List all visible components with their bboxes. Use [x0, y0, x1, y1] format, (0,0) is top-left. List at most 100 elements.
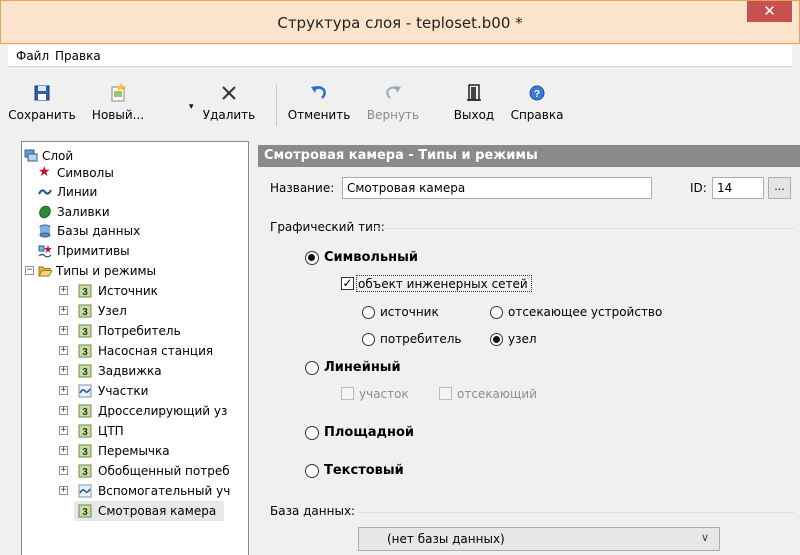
database-select[interactable]: (нет базы данных) ∨: [358, 527, 720, 551]
new-dropdown-chevron-icon[interactable]: ▾: [189, 102, 194, 112]
symbolic-radio[interactable]: [305, 251, 319, 265]
menu-file[interactable]: Файл: [16, 49, 49, 63]
text-radio[interactable]: [305, 464, 319, 478]
linear-radio[interactable]: [305, 361, 319, 375]
help-button[interactable]: ? Справка: [506, 82, 568, 130]
expand-icon[interactable]: +: [59, 366, 68, 375]
shutoff-device-radio[interactable]: [490, 306, 503, 319]
expand-icon[interactable]: +: [59, 326, 68, 335]
expand-icon[interactable]: +: [59, 406, 68, 415]
id-label: ID:: [690, 181, 707, 195]
tree-item-type-selected[interactable]: 3 Смотровая камера: [74, 501, 224, 521]
database-select-value: (нет базы данных): [387, 532, 505, 546]
tree-item-type[interactable]: + 3 Источник: [24, 281, 248, 301]
help-label: Справка: [510, 108, 564, 122]
close-button[interactable]: ✕: [747, 1, 792, 22]
section-checkbox[interactable]: [341, 387, 354, 400]
node-radio[interactable]: [490, 333, 503, 346]
tree-item-symbols[interactable]: ★ Символы: [38, 163, 238, 183]
exit-door-icon: [467, 84, 481, 101]
redo-icon: [386, 86, 401, 99]
tree-item-type[interactable]: + 3 Обобщенный потреб: [24, 461, 248, 481]
tree-item-fills[interactable]: Заливки: [38, 202, 238, 222]
symbol-type-icon: 3: [78, 284, 92, 298]
tree-label-databases: Базы данных: [57, 224, 141, 238]
tree-item-type[interactable]: + 3 Перемычка: [24, 441, 248, 461]
tree-item-type[interactable]: + 3 Узел: [24, 301, 248, 321]
expand-icon[interactable]: +: [59, 486, 68, 495]
consumer-radio[interactable]: [362, 333, 375, 346]
text-label: Текстовый: [324, 463, 404, 478]
tree-label-layer: Слой: [42, 149, 74, 163]
expand-icon[interactable]: +: [59, 386, 68, 395]
tree-label-lines: Линии: [57, 185, 98, 199]
database-label: База данных:: [270, 504, 356, 518]
svg-text:3: 3: [82, 347, 88, 358]
tree-label-type: Задвижка: [98, 364, 162, 378]
expand-icon[interactable]: +: [59, 286, 68, 295]
window-title: Структура слоя - teploset.b00 *: [277, 14, 523, 32]
svg-text:3: 3: [82, 367, 88, 378]
exit-button[interactable]: Выход: [448, 82, 500, 130]
layer-icon: [24, 149, 38, 162]
svg-text:3: 3: [82, 307, 88, 318]
undo-label: Отменить: [287, 108, 351, 122]
name-input[interactable]: Смотровая камера: [342, 177, 652, 199]
tree-item-types-modes[interactable]: − Типы и режимы: [24, 261, 244, 281]
id-input[interactable]: 14: [712, 177, 764, 199]
star-icon: ★: [38, 164, 51, 180]
tree-item-type[interactable]: + 3 Дросселирующий уз: [24, 401, 248, 421]
shutoff-checkbox[interactable]: [439, 387, 452, 400]
symbol-type-icon: 3: [78, 444, 92, 458]
line-icon: [38, 189, 52, 195]
source-radio[interactable]: [362, 306, 375, 319]
tree-item-primitives[interactable]: Примитивы: [38, 241, 238, 261]
tree-label-type: Дросселирующий уз: [98, 404, 228, 418]
tree-label-type: ЦТП: [98, 424, 124, 438]
save-button[interactable]: Сохранить: [8, 82, 76, 130]
svg-text:?: ?: [534, 89, 540, 100]
undo-button[interactable]: Отменить: [283, 82, 355, 130]
expand-icon[interactable]: +: [59, 426, 68, 435]
area-label: Площадной: [324, 425, 414, 440]
expand-icon[interactable]: +: [59, 466, 68, 475]
browse-button[interactable]: ...: [768, 177, 791, 199]
symbol-type-icon: 3: [78, 344, 92, 358]
tree-item-databases[interactable]: Базы данных: [38, 221, 238, 241]
node-label: узел: [508, 332, 537, 346]
title-bar: Структура слоя - teploset.b00 * ✕: [0, 0, 800, 44]
tree-item-type[interactable]: + 3 Задвижка: [24, 361, 248, 381]
source-label: источник: [380, 305, 439, 319]
area-radio[interactable]: [305, 426, 319, 440]
menu-edit[interactable]: Правка: [55, 49, 101, 63]
collapse-icon[interactable]: −: [25, 266, 34, 275]
tree-item-lines[interactable]: Линии: [38, 182, 238, 202]
tree-label-type: Насосная станция: [98, 344, 214, 358]
tree-label-type: Узел: [98, 304, 127, 318]
expand-icon[interactable]: +: [59, 446, 68, 455]
expand-icon[interactable]: +: [59, 306, 68, 315]
graphic-type-label: Графический тип:: [270, 220, 385, 234]
svg-text:3: 3: [82, 327, 88, 338]
name-label: Название:: [270, 181, 335, 195]
engineering-label: объект инженерных сетей: [358, 277, 528, 291]
tree-item-type[interactable]: + 3 Насосная станция: [24, 341, 248, 361]
linear-label: Линейный: [324, 360, 401, 375]
undo-icon: [311, 86, 326, 99]
tree-label-type: Источник: [98, 284, 158, 298]
layer-tree[interactable]: Слой ★ Символы Линии Заливки Базы данных…: [21, 141, 249, 555]
redo-button[interactable]: Вернуть: [361, 82, 425, 130]
line-type-icon: [78, 384, 92, 398]
section-label: участок: [359, 387, 409, 401]
help-icon: ?: [529, 85, 545, 101]
delete-button[interactable]: Удалить: [198, 82, 260, 130]
tree-item-type[interactable]: + Участки: [24, 381, 248, 401]
engineering-checkbox[interactable]: ✓: [341, 277, 354, 290]
new-button[interactable]: Новый...: [83, 82, 153, 130]
tree-label-type: Вспомогательный уч: [98, 484, 231, 498]
fill-icon: [39, 205, 51, 219]
tree-item-type[interactable]: + 3 Потребитель: [24, 321, 248, 341]
tree-item-type[interactable]: + 3 ЦТП: [24, 421, 248, 441]
expand-icon[interactable]: +: [59, 346, 68, 355]
tree-item-type[interactable]: + Вспомогательный уч: [24, 481, 248, 501]
